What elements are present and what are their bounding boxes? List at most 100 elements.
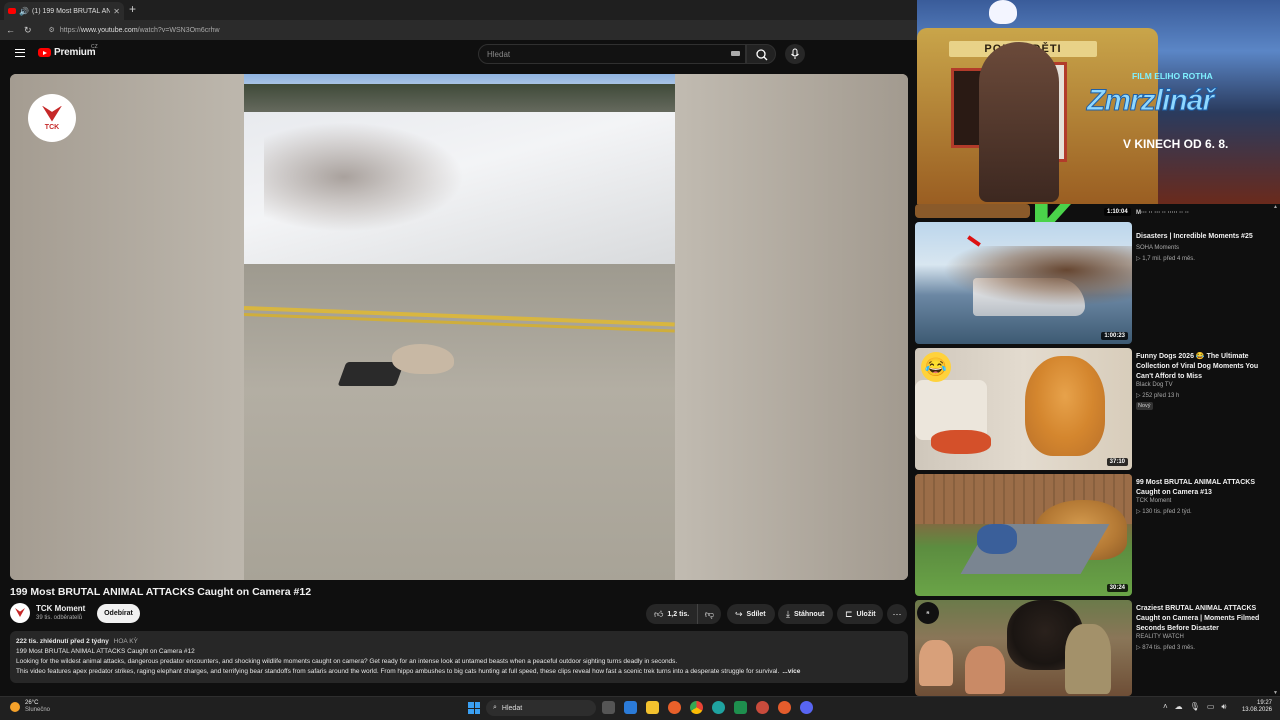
video-thumbnail: 😂 37:10	[915, 348, 1132, 470]
cloud-icon[interactable]: ☁	[1175, 702, 1183, 712]
system-tray[interactable]: ˄ ☁ 🎙︎ ▭ 🔊︎	[1163, 702, 1226, 712]
recommendation-item[interactable]: 1:00:23 M··· ·· ··· ·· ····· ·· ·· Disas…	[915, 210, 1280, 344]
voice-search-button[interactable]	[785, 44, 805, 64]
recommendation-channel: TCK Moment	[1136, 498, 1172, 504]
recommendation-meta: ▷ 1,7 mil. před 4 měs.	[1136, 256, 1195, 262]
recommendation-meta: ▷ 874 tis. před 3 měs.	[1136, 645, 1195, 651]
new-tab-button[interactable]: +	[129, 2, 136, 16]
reload-icon[interactable]: ↻	[24, 25, 32, 36]
windows-start-icon[interactable]	[468, 702, 480, 714]
site-info-icon[interactable]: ⚙	[49, 26, 55, 34]
menu-icon[interactable]	[15, 49, 25, 57]
recommendation-channel: SOHA Moments	[1136, 245, 1180, 251]
weather-condition: Slunečno	[25, 707, 51, 713]
channel-name[interactable]: TCK Moment	[36, 604, 85, 613]
display-icon[interactable]: ▭	[1207, 702, 1215, 712]
firefox-icon[interactable]	[668, 701, 681, 714]
browser-tab[interactable]: 🔊 (1) 199 Most BRUTAL ANIMAL ✕	[4, 2, 124, 20]
show-more-link[interactable]: ...více	[782, 668, 800, 675]
thumbs-down-icon: 👎︎	[704, 608, 715, 619]
share-button[interactable]: ↪ Sdílet	[727, 604, 775, 624]
video-thumbnail: 30:24	[915, 474, 1132, 596]
views-and-age: 1,7 mil. před 4 měs.	[1142, 256, 1195, 262]
laughing-emoji-icon: 😂	[921, 352, 951, 382]
recommendation-title-overlap: M··· ·· ··· ·· ····· ·· ··	[1136, 210, 1189, 216]
scroll-up-icon[interactable]: ▲	[1273, 204, 1278, 210]
video-thumbnail: 1:00:23	[915, 222, 1132, 344]
video-duration: 37:10	[1106, 458, 1128, 466]
address-bar: ← ↻ ⚙ https://www.youtube.com/watch?v=WS…	[0, 20, 917, 40]
recommendation-title: 99 Most BRUTAL ANIMAL ATTACKS Caught on …	[1136, 479, 1255, 496]
clock-date: 13.08.2026	[1241, 707, 1272, 713]
description-box[interactable]: 222 tis. zhlédnutí před 2 týdny HOA KỲ 1…	[10, 631, 908, 683]
bushes	[264, 122, 464, 232]
back-icon[interactable]: ←	[6, 25, 15, 35]
ice-cream-mascot	[989, 0, 1017, 24]
views-and-age: 252 před 13 h	[1142, 393, 1180, 399]
clock[interactable]: 19:27 13.08.2026	[1240, 700, 1272, 714]
file-explorer-icon[interactable]	[646, 701, 659, 714]
taskbar-search[interactable]: ⌕ Hledat	[486, 700, 596, 716]
youtube-premium-logo[interactable]: Premium CZ	[38, 44, 98, 58]
like-count: 1,2 tis.	[667, 610, 690, 618]
views-and-age: 130 tis. před 2 týd.	[1142, 509, 1192, 515]
chevron-up-icon[interactable]: ˄	[1163, 702, 1168, 712]
task-view-icon[interactable]	[602, 701, 615, 714]
download-button[interactable]: ⤓ Stáhnout	[778, 604, 833, 624]
search-input[interactable]: Hledat	[478, 44, 746, 64]
weather-widget[interactable]: 26°C Slunečno	[10, 700, 50, 714]
like-button[interactable]: 👍︎ 1,2 tis.	[646, 604, 697, 624]
excel-icon[interactable]	[734, 701, 747, 714]
firefox-icon[interactable]	[778, 701, 791, 714]
recommendation-title: Disasters | Incredible Moments #25	[1136, 233, 1253, 240]
microphone-icon[interactable]: 🎙︎	[1190, 702, 1200, 712]
keyboard-icon[interactable]	[731, 51, 740, 56]
recommendations-list: 1:00:23 M··· ·· ··· ·· ····· ·· ·· Disas…	[915, 204, 1280, 696]
close-tab-icon[interactable]: ✕	[113, 7, 120, 16]
save-button[interactable]: ⊏ Uložit	[837, 604, 883, 624]
speaker-icon[interactable]: 🔊	[19, 7, 29, 16]
new-badge: Nový	[1136, 402, 1153, 410]
youtube-favicon-icon	[8, 8, 16, 14]
recommendation-item[interactable]: 😂 37:10 Funny Dogs 2026 😂 The Ultimate C…	[915, 348, 1280, 470]
video-duration: 30:24	[1106, 584, 1128, 592]
hashtag[interactable]: HOA KỲ	[114, 638, 138, 645]
recommendation-meta: ▷ 252 před 13 h	[1136, 393, 1180, 399]
recommendation-item[interactable]: 30:24 99 Most BRUTAL ANIMAL ATTACKS Caug…	[915, 474, 1280, 596]
discord-icon[interactable]	[800, 701, 813, 714]
logo-text: Premium	[54, 47, 96, 58]
search-icon: ⌕	[493, 704, 497, 711]
subscribe-button[interactable]: Odebírat	[97, 604, 140, 623]
recommendation-title: Craziest BRUTAL ANIMAL ATTACKS Caught on…	[1136, 605, 1260, 632]
chrome-icon[interactable]	[690, 701, 703, 714]
ad-banner[interactable]: POZOR DĚTI FILM ELIHO ROTHA Zmrzlinář V …	[917, 0, 1280, 204]
url-field[interactable]: ⚙ https://www.youtube.com/watch?v=WSN3Om…	[49, 26, 220, 35]
share-label: Sdílet	[746, 610, 766, 618]
watermark-text: TCK	[44, 123, 60, 131]
scrollbar[interactable]: ▲ ▼	[1272, 204, 1278, 696]
recommendation-item[interactable]: R Craziest BRUTAL ANIMAL ATTACKS Caught …	[915, 600, 1280, 696]
channel-watermark[interactable]: TCK	[28, 94, 76, 142]
views-and-age: 874 tis. před 3 měs.	[1142, 645, 1195, 651]
youtube-play-icon	[38, 48, 51, 57]
more-icon: ⋯	[892, 608, 902, 619]
description-line: This video features apex predator strike…	[16, 668, 780, 675]
channel-avatar[interactable]	[10, 603, 30, 623]
ad-title: Zmrzlinář	[1086, 84, 1214, 118]
mail-icon[interactable]	[624, 701, 637, 714]
taskbar-search-label: Hledat	[501, 704, 523, 712]
app-icon[interactable]	[756, 701, 769, 714]
video-player[interactable]: TCK	[10, 74, 908, 580]
more-actions-button[interactable]: ⋯	[887, 604, 907, 624]
volume-icon[interactable]: 🔊︎	[1221, 702, 1226, 712]
dislike-button[interactable]: 👎︎	[697, 604, 721, 624]
channel-badge-icon: R	[917, 602, 939, 624]
description-meta: 222 tis. zhlédnutí před 2 týdny HOA KỲ	[16, 637, 902, 647]
temperature: 26°C	[25, 700, 39, 706]
search-button[interactable]	[746, 44, 776, 64]
recommendation-meta: ▷ 130 tis. před 2 týd.	[1136, 509, 1192, 515]
microphone-icon	[791, 48, 799, 59]
ad-figure	[979, 42, 1059, 202]
edge-icon[interactable]	[712, 701, 725, 714]
search-icon	[756, 49, 768, 61]
